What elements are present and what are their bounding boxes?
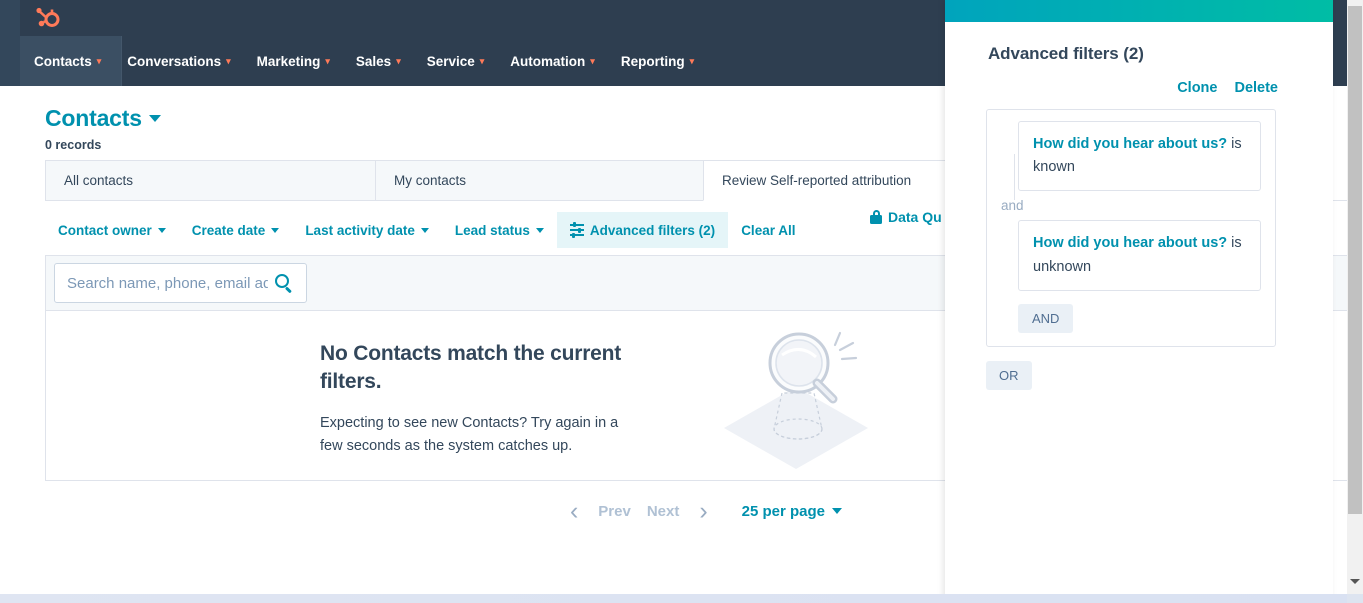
scrollbar-thumb[interactable] [1348,6,1362,514]
nav-item-label: Marketing [257,54,321,69]
per-page-label: 25 per page [742,503,825,520]
nav-item-list: Contacts ▾ Conversations ▾ Marketing ▾ S… [20,36,707,86]
scrollbar-down-button[interactable] [1347,573,1363,589]
clone-filter-link[interactable]: Clone [1177,80,1217,96]
add-and-condition-button[interactable]: AND [1018,304,1073,333]
page-title-label: Contacts [45,105,142,132]
nav-item-conversations[interactable]: Conversations ▾ [114,36,243,86]
tab-my-contacts[interactable]: My contacts [375,160,703,201]
filter-lead-status[interactable]: Lead status [442,212,557,248]
chevron-down-icon: ▾ [396,57,401,66]
tab-label: All contacts [64,173,133,188]
chevron-right-icon[interactable]: › [687,499,719,524]
filter-condition-row[interactable]: How did you hear about us? is known [1018,121,1261,191]
nav-item-marketing[interactable]: Marketing ▾ [244,36,343,86]
empty-state-heading: No Contacts match the current filters. [320,340,630,396]
magnifying-glass-illustration [716,325,876,475]
nav-item-label: Contacts [34,54,92,69]
app-root: Contacts ▾ Conversations ▾ Marketing ▾ S… [0,0,1363,603]
condition-property: How did you hear about us? [1033,235,1227,251]
search-icon[interactable] [275,274,294,293]
view-tabs: All contacts My contacts Review Self-rep… [45,160,998,201]
chevron-down-icon: ▾ [480,57,485,66]
nav-item-label: Reporting [621,54,685,69]
caret-down-icon [832,508,842,514]
next-page-button[interactable]: Next [639,503,688,520]
filter-clear-all[interactable]: Clear All [728,212,808,248]
chevron-down-icon: ▾ [97,57,102,66]
nav-item-service[interactable]: Service ▾ [414,36,498,86]
caret-down-icon [149,115,161,122]
condition-property: How did you hear about us? [1033,136,1227,152]
caret-down-icon [158,228,166,233]
page-header: Contacts 0 records [45,105,161,152]
panel-title: Advanced filters (2) [988,44,1333,64]
filter-label: Lead status [455,223,530,238]
chevron-left-icon[interactable]: ‹ [558,499,590,524]
per-page-selector[interactable]: 25 per page [720,503,850,520]
filter-label: Advanced filters (2) [590,223,715,238]
filter-condition-row[interactable]: How did you hear about us? is unknown [1018,220,1261,290]
chevron-down-icon: ▾ [325,57,330,66]
tab-all-contacts[interactable]: All contacts [45,160,375,201]
group-connector-line [1014,154,1015,200]
empty-state-body: Expecting to see new Contacts? Try again… [320,412,630,459]
nav-item-sales[interactable]: Sales ▾ [343,36,414,86]
search-input[interactable] [55,264,306,302]
vertical-scrollbar[interactable] [1347,0,1363,603]
caret-down-icon [421,228,429,233]
tab-label: My contacts [394,173,466,188]
nav-item-label: Service [427,54,475,69]
filter-contact-owner[interactable]: Contact owner [45,212,179,248]
nav-item-contacts[interactable]: Contacts ▾ [20,36,114,86]
record-count: 0 records [45,138,161,152]
chevron-down-icon: ▾ [226,57,231,66]
filter-last-activity-date[interactable]: Last activity date [292,212,442,248]
condition-connector-label: and [1001,198,1261,213]
filter-create-date[interactable]: Create date [179,212,293,248]
tab-label: Review Self-reported attribution [722,173,911,188]
delete-filter-link[interactable]: Delete [1234,80,1278,96]
data-quality-link[interactable]: Data Qu [870,209,942,225]
caret-down-icon [271,228,279,233]
caret-down-icon [1350,579,1360,584]
filter-label: Contact owner [58,223,152,238]
sliders-icon [570,224,584,236]
lock-icon [870,210,882,224]
nav-item-automation[interactable]: Automation ▾ [497,36,608,86]
prev-page-button[interactable]: Prev [590,503,639,520]
caret-down-icon [536,228,544,233]
add-or-group-button[interactable]: OR [986,361,1032,390]
search-field[interactable] [54,263,307,303]
data-quality-label: Data Qu [888,209,942,225]
filter-bar: Contact owner Create date Last activity … [45,212,808,248]
empty-state-text: No Contacts match the current filters. E… [320,340,630,459]
nav-item-label: Automation [510,54,585,69]
filter-label: Last activity date [305,223,415,238]
page-title[interactable]: Contacts [45,105,161,132]
advanced-filters-panel: Advanced filters (2) Clone Delete How di… [945,0,1333,603]
panel-accent-bar [945,0,1333,22]
filter-group: How did you hear about us? is known and … [986,109,1276,347]
filter-label: Create date [192,223,266,238]
nav-left-accent [0,0,20,86]
chevron-down-icon: ▾ [690,57,695,66]
hubspot-sprocket-logo[interactable] [31,3,61,33]
filter-label: Clear All [741,223,795,238]
panel-actions: Clone Delete [945,80,1278,96]
nav-item-reporting[interactable]: Reporting ▾ [608,36,707,86]
chevron-down-icon: ▾ [590,57,595,66]
nav-item-label: Sales [356,54,391,69]
nav-item-label: Conversations [127,54,221,69]
filter-advanced-filters[interactable]: Advanced filters (2) [557,212,728,248]
bottom-strip [0,594,1363,603]
